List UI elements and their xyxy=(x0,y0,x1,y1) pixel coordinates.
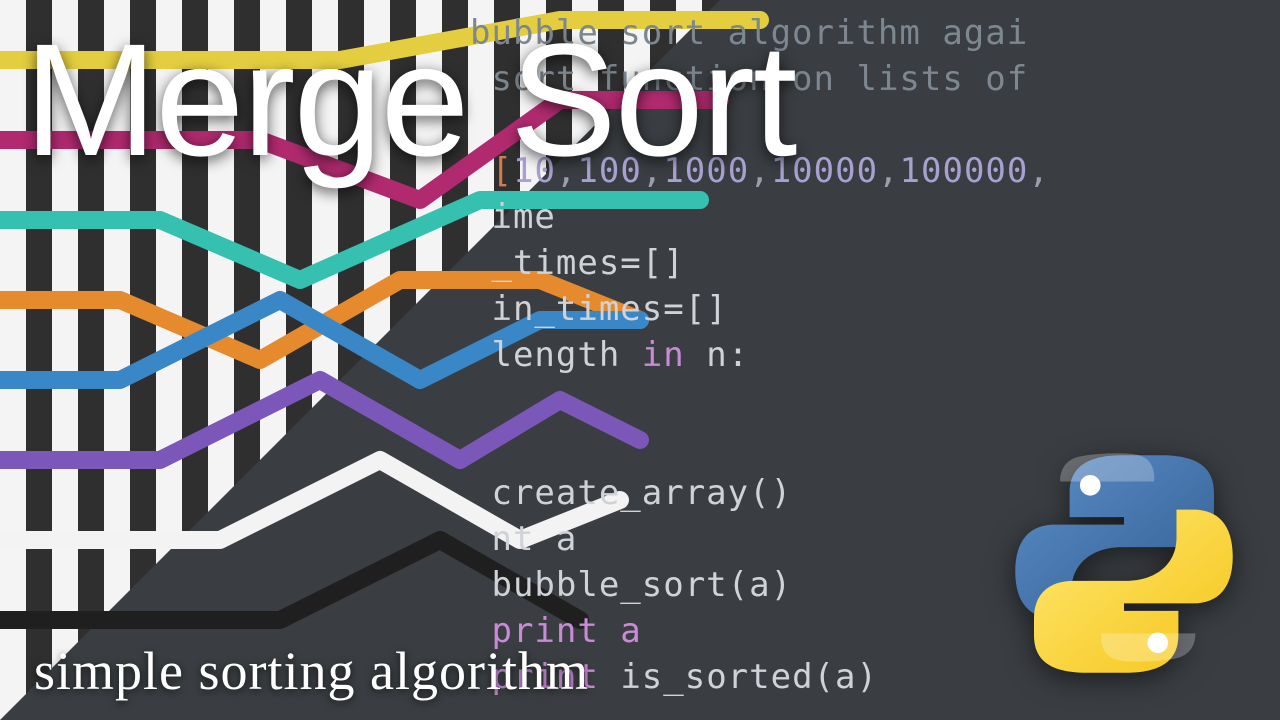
python-logo-icon xyxy=(1004,444,1244,684)
code-line-10: bubble_sort(a) xyxy=(491,565,792,605)
subtitle: simple sorting algorithm xyxy=(34,640,589,702)
code-line-6: in_times=[] xyxy=(491,289,727,329)
code-num-5: 100000 xyxy=(900,151,1029,191)
code-line-9: nt a xyxy=(491,519,577,559)
code-line-5: _times=[] xyxy=(491,243,684,283)
code-var-n: n: xyxy=(706,335,749,375)
main-title: Merge Sort xyxy=(24,20,795,180)
code-kw-in: in xyxy=(642,335,685,375)
code-line-12b: is_sorted(a) xyxy=(620,657,878,697)
code-line-4: ime xyxy=(491,197,555,237)
code-line-8: create_array() xyxy=(491,473,792,513)
code-line-7: length xyxy=(491,335,620,375)
